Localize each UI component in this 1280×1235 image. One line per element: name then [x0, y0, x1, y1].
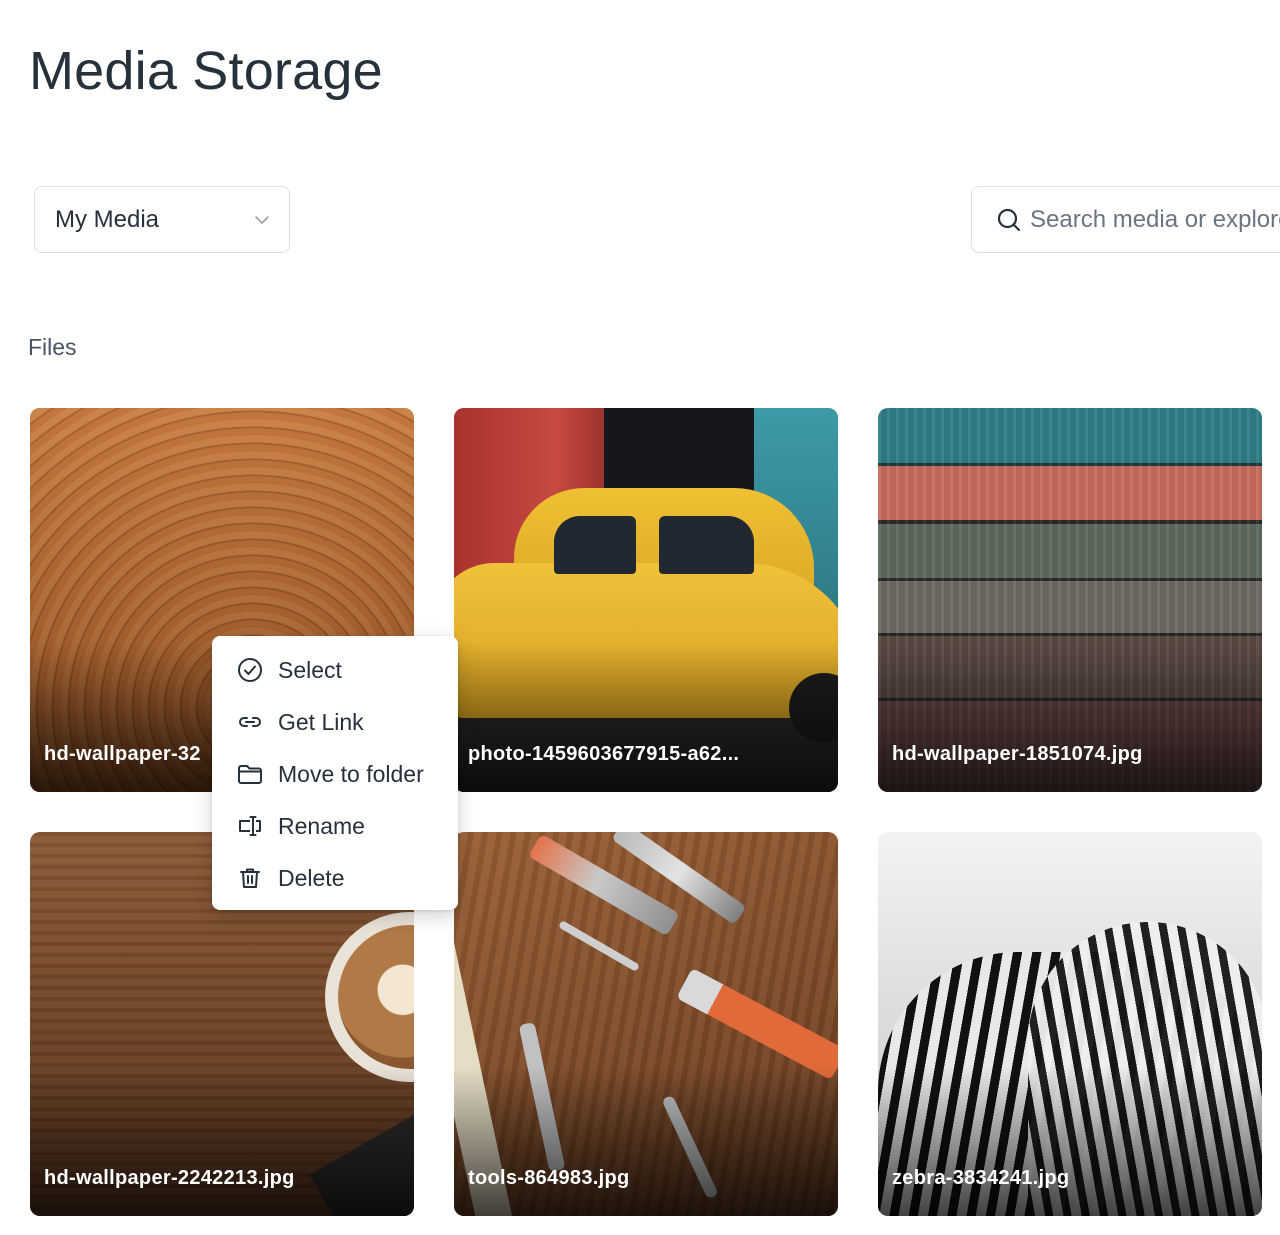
menu-item-rename[interactable]: Rename	[212, 800, 458, 852]
file-name: hd-wallpaper-32	[44, 743, 201, 765]
menu-item-move-to-folder[interactable]: Move to folder	[212, 748, 458, 800]
file-name: zebra-3834241.jpg	[892, 1167, 1070, 1189]
menu-item-select[interactable]: Select	[212, 644, 458, 696]
file-tile[interactable]: tools-864983.jpg	[454, 832, 838, 1216]
rename-icon	[239, 816, 261, 836]
menu-item-label: Select	[278, 656, 342, 683]
file-tile[interactable]: photo-1459603677915-a62...	[454, 408, 838, 792]
folder-icon	[238, 765, 262, 784]
menu-item-label: Move to folder	[278, 760, 424, 787]
trash-icon	[240, 868, 260, 888]
menu-item-label: Get Link	[278, 708, 364, 735]
media-source-value: My Media	[55, 205, 160, 233]
files-section-label: Files	[28, 334, 77, 360]
check-circle-icon	[238, 658, 262, 682]
menu-item-label: Rename	[278, 812, 365, 839]
file-tile[interactable]: hd-wallpaper-1851074.jpg	[878, 408, 1262, 792]
media-source-select[interactable]: My Media	[34, 186, 290, 253]
chevron-down-icon	[255, 215, 269, 224]
file-name: tools-864983.jpg	[468, 1167, 630, 1189]
menu-item-delete[interactable]: Delete	[212, 852, 458, 904]
file-name: hd-wallpaper-1851074.jpg	[892, 743, 1143, 765]
thumbnail-overlay	[454, 1066, 838, 1216]
menu-item-label: Delete	[278, 864, 345, 891]
thumbnail-overlay	[878, 1066, 1262, 1216]
file-context-menu: Select Get Link Move to folder Rename De…	[212, 636, 458, 910]
page-title: Media Storage	[29, 41, 383, 101]
thumbnail-overlay	[454, 642, 838, 792]
file-name: photo-1459603677915-a62...	[468, 743, 740, 765]
thumbnail-overlay	[878, 642, 1262, 792]
search-box[interactable]	[971, 186, 1280, 253]
thumbnail-overlay	[30, 1066, 414, 1216]
link-icon	[239, 717, 261, 727]
media-storage-page: Media Storage My Media Files hd-wallpape…	[0, 0, 1280, 1235]
search-icon	[997, 208, 1021, 231]
file-name: hd-wallpaper-2242213.jpg	[44, 1167, 295, 1189]
file-tile[interactable]: zebra-3834241.jpg	[878, 832, 1262, 1216]
menu-item-get-link[interactable]: Get Link	[212, 696, 458, 748]
search-input[interactable]	[1030, 205, 1280, 234]
